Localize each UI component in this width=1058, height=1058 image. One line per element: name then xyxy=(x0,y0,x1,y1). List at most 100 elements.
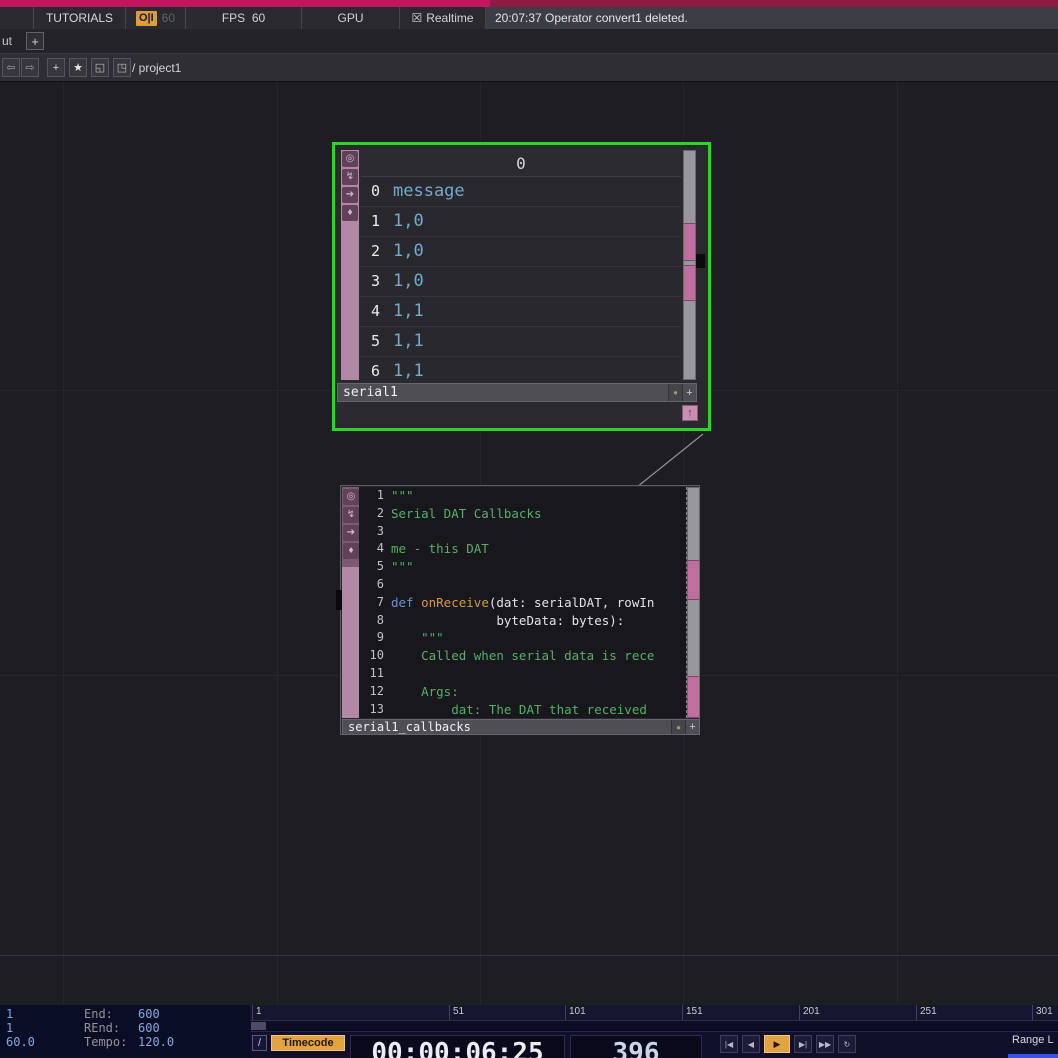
add-bookmark-icon[interactable]: + xyxy=(47,58,65,77)
step-forward-button[interactable]: ▶| xyxy=(794,1035,812,1053)
back-icon[interactable]: ⇦ xyxy=(2,58,20,77)
node-name-label[interactable]: serial1 xyxy=(338,385,668,400)
play-forward-button[interactable]: ▶ xyxy=(764,1035,790,1053)
table-row[interactable]: 61,1 xyxy=(361,357,681,380)
node-name-label[interactable]: serial1_callbacks xyxy=(343,720,671,734)
fps-value[interactable]: 60.0 xyxy=(6,1035,35,1049)
node-output-connector[interactable] xyxy=(696,254,705,268)
toolbar-handle xyxy=(0,7,34,29)
grid-line xyxy=(63,82,64,1005)
table-row[interactable]: 0message xyxy=(361,177,681,207)
timecode-menu[interactable]: Timecode xyxy=(271,1035,345,1051)
cell-value: 1,1 xyxy=(385,327,424,356)
scrollbar-segment[interactable] xyxy=(688,676,699,718)
end-value[interactable]: 600 xyxy=(138,1007,160,1021)
frame-display: 396 xyxy=(570,1035,702,1058)
network-editor[interactable]: ◎↯➔♦ 0 0message11,021,031,041,151,161,1 … xyxy=(0,82,1058,1005)
row-index: 4 xyxy=(361,297,385,326)
node-name-bar[interactable]: serial1 ● + xyxy=(337,383,697,402)
node-serial1[interactable]: ◎↯➔♦ 0 0message11,021,031,041,151,161,1 … xyxy=(332,142,711,431)
code-line: 6 xyxy=(359,576,686,594)
bypass-flag-icon[interactable]: ↯ xyxy=(342,169,358,185)
table-row[interactable]: 11,0 xyxy=(361,207,681,237)
rstart-value[interactable]: 1 xyxy=(6,1021,13,1035)
node-add-icon[interactable]: + xyxy=(685,720,699,734)
node-name-bar[interactable]: serial1_callbacks ● + xyxy=(342,719,700,735)
dock-flag-icon[interactable]: ➔ xyxy=(342,187,358,203)
rend-value[interactable]: 600 xyxy=(138,1021,160,1035)
breadcrumb-path[interactable]: / project1 xyxy=(132,54,181,82)
start-value[interactable]: 1 xyxy=(6,1007,13,1021)
jump-end-button[interactable]: ▶▶ xyxy=(816,1035,834,1053)
cook-flag-icon[interactable]: ♦ xyxy=(342,205,358,221)
dock-flag-icon[interactable]: ➔ xyxy=(343,525,359,541)
forward-icon[interactable]: ⇨ xyxy=(21,58,39,77)
range-indicator-bar xyxy=(1008,1054,1058,1058)
row-index: 0 xyxy=(361,177,385,206)
frame-mode-button[interactable]: / xyxy=(252,1035,267,1051)
dat-text-viewer[interactable]: 1"""2Serial DAT Callbacks34me - this DAT… xyxy=(359,487,687,718)
realtime-checkbox-icon[interactable]: ☒ xyxy=(411,11,422,25)
gpu-menu[interactable]: GPU xyxy=(302,7,400,29)
tutorials-button[interactable]: TUTORIALS xyxy=(34,7,126,29)
scrollbar-segment[interactable] xyxy=(684,223,695,261)
table-row[interactable]: 21,0 xyxy=(361,237,681,267)
cell-value: 1,1 xyxy=(385,357,424,380)
perform-bar-right xyxy=(490,0,1058,7)
text-scrollbar[interactable] xyxy=(687,487,700,718)
timeline-scroll-thumb[interactable] xyxy=(251,1022,266,1030)
jump-start-button[interactable]: |◀ xyxy=(720,1035,738,1053)
transport-buttons: |◀◀▶▶|▶▶↻ xyxy=(720,1035,856,1053)
table-row[interactable]: 41,1 xyxy=(361,297,681,327)
row-index: 2 xyxy=(361,237,385,266)
row-index: 1 xyxy=(361,207,385,236)
node-footer-strip xyxy=(337,405,697,423)
node-input-connector[interactable] xyxy=(336,590,342,610)
timeline-scrollstrip[interactable] xyxy=(250,1021,1058,1031)
row-index: 3 xyxy=(361,267,385,296)
dat-table-viewer[interactable]: 0 0message11,021,031,041,151,161,1 xyxy=(361,150,681,380)
detach-network-icon[interactable]: ◳ xyxy=(113,58,131,77)
add-layout-button[interactable]: + xyxy=(26,32,44,50)
midi-indicator-group[interactable]: O|I 60 xyxy=(126,7,186,29)
cook-flag-icon[interactable]: ♦ xyxy=(343,543,359,559)
main-toolbar: TUTORIALS O|I 60 FPS 60 GPU ☒ Realtime 2… xyxy=(0,7,1058,29)
table-row[interactable]: 51,1 xyxy=(361,327,681,357)
ruler-tick: 251 xyxy=(916,1005,937,1020)
pane-divider-line xyxy=(0,955,1058,956)
code-line: 10 Called when serial data is rece xyxy=(359,647,686,665)
table-scrollbar[interactable] xyxy=(683,150,696,380)
scrollbar-segment[interactable] xyxy=(688,560,699,600)
ruler-tick: 1 xyxy=(252,1005,262,1020)
code-line: 3 xyxy=(359,523,686,541)
cell-value: 1,0 xyxy=(385,267,424,296)
node-state-dot-icon[interactable]: ● xyxy=(668,384,682,401)
oi-badge[interactable]: O|I xyxy=(136,11,157,26)
loop-button[interactable]: ↻ xyxy=(838,1035,856,1053)
transport-bar: / Timecode 00:00:06:25 396 |◀◀▶▶|▶▶↻ Ran… xyxy=(250,1031,1058,1058)
node-state-dot-icon[interactable]: ● xyxy=(671,720,685,734)
network-nav-bar: ⇦ ⇨ + ★ ◱ ◳ / project1 xyxy=(0,54,1058,82)
layout-tab-row: ut + xyxy=(0,29,1058,54)
realtime-toggle[interactable]: ☒ Realtime xyxy=(400,7,486,29)
code-line: 1""" xyxy=(359,487,686,505)
rend-label: REnd: xyxy=(84,1021,120,1035)
dock-expand-arrow-icon[interactable]: ↑ xyxy=(682,405,698,421)
bypass-flag-icon[interactable]: ↯ xyxy=(343,507,359,523)
ruler-tick: 301 xyxy=(1032,1005,1053,1020)
code-line: 8 byteData: bytes): xyxy=(359,612,686,630)
scrollbar-segment[interactable] xyxy=(684,265,695,301)
viewer-flag-icon[interactable]: ◎ xyxy=(342,151,358,167)
frame-ruler[interactable]: 151101151201251301 xyxy=(250,1005,1058,1021)
node-add-icon[interactable]: + xyxy=(682,384,696,401)
code-line: 5""" xyxy=(359,558,686,576)
node-serial1-callbacks[interactable]: ◎ ↯ ➔ ♦ 1"""2Serial DAT Callbacks34me - thi… xyxy=(340,485,700,735)
table-row[interactable]: 31,0 xyxy=(361,267,681,297)
timeline-panel: 1 End: 600 1 REnd: 600 60.0 Tempo: 120.0… xyxy=(0,1005,1058,1058)
star-icon[interactable]: ★ xyxy=(69,58,87,77)
zoom-network-icon[interactable]: ◱ xyxy=(91,58,109,77)
code-line: 11 xyxy=(359,665,686,683)
viewer-flag-icon[interactable]: ◎ xyxy=(343,489,359,505)
tempo-value[interactable]: 120.0 xyxy=(138,1035,174,1049)
step-back-button[interactable]: ◀ xyxy=(742,1035,760,1053)
